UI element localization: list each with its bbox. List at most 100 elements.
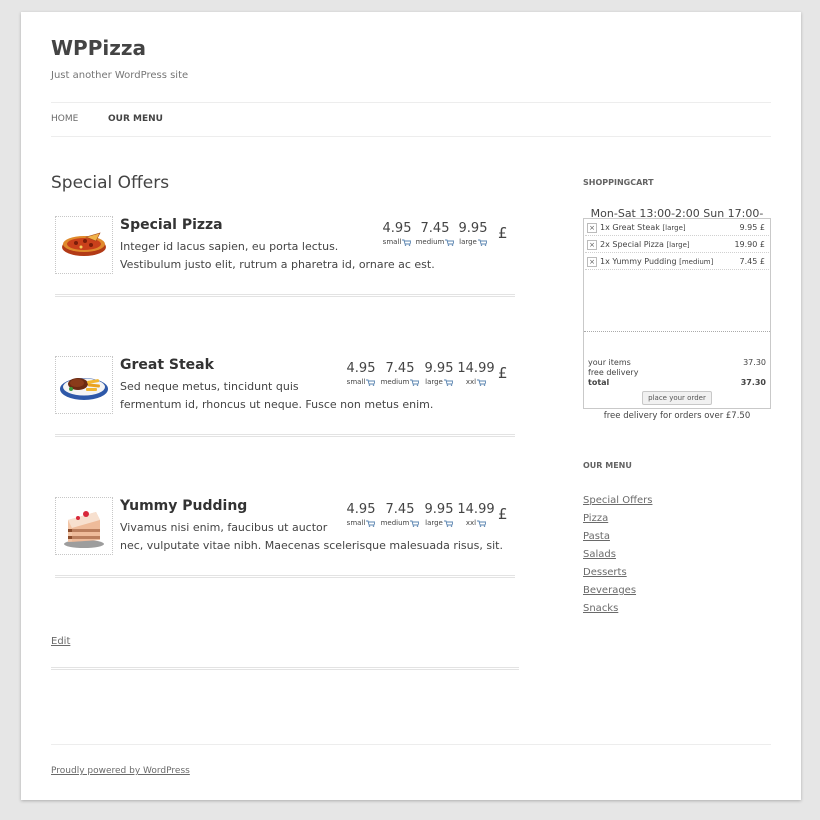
size-label: medium	[380, 378, 410, 386]
menu-link-pizza[interactable]: Pizza	[583, 513, 608, 524]
desc-line: nec, vulputate vitae nibh. Maecenas scel…	[120, 539, 503, 552]
size-label: small	[346, 519, 366, 527]
cart-item-amount: 9.95 £	[739, 223, 765, 232]
cart-icon[interactable]	[366, 379, 376, 386]
cart-icon[interactable]	[443, 379, 453, 386]
size-price[interactable]: 9.95	[453, 221, 493, 236]
menu-link-salads[interactable]: Salads	[583, 549, 616, 560]
menu-item: Yummy Pudding Vivamus nisi enim, faucibu…	[55, 497, 515, 583]
size-option-small[interactable]: 4.95 small	[341, 502, 381, 527]
item-divider	[55, 294, 515, 297]
cart-item-label: 2x Special Pizza [large]	[600, 240, 690, 249]
page-container: WPPizza Just another WordPress site HOME…	[21, 12, 801, 800]
desc-line: Integer id lacus sapien, eu porta lectus…	[120, 240, 339, 253]
size-label: small	[346, 378, 366, 386]
total-row: total 37.30	[588, 378, 766, 387]
size-option-xxl[interactable]: 14.99 xxl	[456, 361, 496, 386]
size-price[interactable]: 9.95	[419, 361, 459, 376]
cart-item: × 2x Special Pizza [large] 19.90 £	[585, 237, 769, 253]
steak-icon	[55, 356, 113, 414]
menu-link-desserts[interactable]: Desserts	[583, 567, 627, 578]
size-option-medium[interactable]: 7.45 medium	[380, 502, 420, 527]
cake-icon	[55, 497, 113, 555]
menu-widget-title: OUR MENU	[583, 461, 632, 470]
your-items-value: 37.30	[743, 358, 766, 367]
free-delivery-note: free delivery for orders over £7.50	[603, 411, 751, 421]
size-label: medium	[415, 238, 445, 246]
cart-item-name: 1x Yummy Pudding	[600, 257, 677, 266]
size-label: xxl	[465, 519, 477, 527]
cart-widget-title: SHOPPINGCART	[583, 178, 654, 187]
cart-item-size: [large]	[662, 224, 686, 232]
item-description: Integer id lacus sapien, eu porta lectus…	[120, 238, 435, 274]
menu-link-beverages[interactable]: Beverages	[583, 585, 636, 596]
size-option-xxl[interactable]: 14.99 xxl	[456, 502, 496, 527]
size-price[interactable]: 7.45	[380, 502, 420, 517]
cart-item-amount: 19.90 £	[734, 240, 765, 249]
cart-icon[interactable]	[477, 379, 487, 386]
size-label: large	[425, 378, 443, 386]
menu-link-special-offers[interactable]: Special Offers	[583, 495, 652, 506]
total-value: 37.30	[740, 378, 766, 387]
size-price[interactable]: 4.95	[377, 221, 417, 236]
edit-link[interactable]: Edit	[51, 636, 70, 647]
size-price[interactable]: 7.45	[380, 361, 420, 376]
footer-divider	[51, 744, 771, 745]
size-price[interactable]: 7.45	[415, 221, 455, 236]
cart-item: × 1x Yummy Pudding [medium] 7.45 £	[585, 254, 769, 270]
powered-by-link[interactable]: Proudly powered by WordPress	[51, 766, 190, 776]
remove-item-icon[interactable]: ×	[587, 257, 597, 267]
size-price[interactable]: 4.95	[341, 502, 381, 517]
size-option-medium[interactable]: 7.45 medium	[380, 361, 420, 386]
cart-item-name: 1x Great Steak	[600, 223, 660, 232]
place-order-button[interactable]: place your order	[642, 391, 712, 405]
desc-line: Vestibulum justo elit, rutrum a pharetra…	[120, 258, 435, 271]
nav-item-home[interactable]: HOME	[51, 114, 78, 124]
size-price[interactable]: 14.99	[456, 361, 496, 376]
item-divider	[55, 575, 515, 578]
site-title[interactable]: WPPizza	[51, 36, 146, 60]
currency-symbol: £	[498, 364, 508, 382]
cart-item-amount: 7.45 £	[739, 257, 765, 266]
remove-item-icon[interactable]: ×	[587, 240, 597, 250]
menu-link-pasta[interactable]: Pasta	[583, 531, 610, 542]
size-option-medium[interactable]: 7.45 medium	[415, 221, 455, 246]
cart-item-label: 1x Yummy Pudding [medium]	[600, 257, 713, 266]
pizza-icon	[55, 216, 113, 274]
size-option-large[interactable]: 9.95 large	[419, 502, 459, 527]
menu-item: Special Pizza Integer id lacus sapien, e…	[55, 216, 515, 302]
size-option-large[interactable]: 9.95 large	[453, 221, 493, 246]
cart-box: × 1x Great Steak [large] 9.95 £ × 2x Spe…	[583, 218, 771, 409]
size-price[interactable]: 14.99	[456, 502, 496, 517]
menu-link-snacks[interactable]: Snacks	[583, 603, 618, 614]
total-label: total	[588, 378, 610, 387]
item-title: Great Steak	[120, 357, 214, 373]
cart-item-name: 2x Special Pizza	[600, 240, 664, 249]
item-title: Yummy Pudding	[120, 498, 248, 514]
cart-icon[interactable]	[402, 239, 412, 246]
size-label: medium	[380, 519, 410, 527]
free-delivery-row: free delivery	[588, 368, 766, 377]
currency-symbol: £	[498, 224, 508, 242]
cart-icon[interactable]	[443, 520, 453, 527]
size-option-small[interactable]: 4.95 small	[341, 361, 381, 386]
currency-symbol: £	[498, 505, 508, 523]
cart-icon[interactable]	[477, 239, 487, 246]
main-nav: HOME OUR MENU	[51, 102, 771, 137]
size-price[interactable]: 9.95	[419, 502, 459, 517]
cart-divider	[584, 331, 770, 332]
cart-icon[interactable]	[477, 520, 487, 527]
site-description: Just another WordPress site	[51, 70, 189, 81]
your-items-label: your items	[588, 358, 631, 367]
cart-icon[interactable]	[366, 520, 376, 527]
item-title: Special Pizza	[120, 217, 223, 233]
size-label: large	[425, 519, 443, 527]
size-option-small[interactable]: 4.95 small	[377, 221, 417, 246]
remove-item-icon[interactable]: ×	[587, 223, 597, 233]
size-option-large[interactable]: 9.95 large	[419, 361, 459, 386]
nav-item-our-menu[interactable]: OUR MENU	[108, 114, 163, 124]
size-label: small	[382, 238, 402, 246]
size-label: xxl	[465, 378, 477, 386]
size-price[interactable]: 4.95	[341, 361, 381, 376]
your-items-row: your items 37.30	[588, 358, 766, 367]
